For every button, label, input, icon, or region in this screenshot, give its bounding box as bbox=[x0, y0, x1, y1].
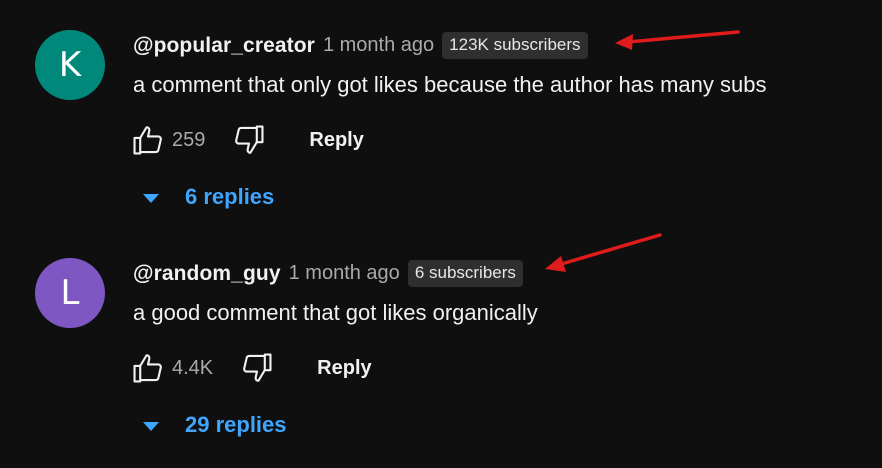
view-replies-button[interactable]: 29 replies bbox=[143, 412, 287, 438]
replies-count-label: 29 replies bbox=[185, 412, 287, 437]
comment-actions: 259 Reply bbox=[128, 120, 364, 160]
avatar[interactable]: K bbox=[35, 30, 105, 100]
author-handle[interactable]: @popular_creator bbox=[133, 34, 315, 58]
dislike-button[interactable] bbox=[229, 120, 269, 160]
avatar-letter: K bbox=[58, 45, 82, 85]
like-count: 259 bbox=[172, 128, 206, 151]
caret-down-icon bbox=[143, 193, 159, 203]
comment-header: @random_guy 1 month ago 6 subscribers bbox=[133, 260, 523, 287]
caret-down-icon bbox=[143, 421, 159, 431]
comments-section: K @popular_creator 1 month ago 123K subs… bbox=[0, 0, 882, 468]
subscriber-badge: 123K subscribers bbox=[442, 32, 588, 59]
view-replies-button[interactable]: 6 replies bbox=[143, 184, 274, 210]
author-handle[interactable]: @random_guy bbox=[133, 262, 281, 286]
comment-timestamp[interactable]: 1 month ago bbox=[323, 34, 434, 57]
reply-button[interactable]: Reply bbox=[309, 129, 363, 152]
like-button[interactable] bbox=[128, 120, 168, 160]
dislike-button[interactable] bbox=[237, 348, 277, 388]
thumbs-up-icon bbox=[133, 126, 162, 155]
annotation-arrow-2 bbox=[545, 233, 662, 272]
reply-button[interactable]: Reply bbox=[317, 357, 371, 380]
annotation-arrow-1 bbox=[615, 30, 740, 50]
like-button[interactable] bbox=[128, 348, 168, 388]
thumbs-down-icon bbox=[235, 125, 264, 154]
avatar-letter: L bbox=[60, 273, 80, 313]
thumbs-down-icon bbox=[243, 353, 272, 382]
comment-text: a good comment that got likes organicall… bbox=[133, 300, 538, 325]
avatar[interactable]: L bbox=[35, 258, 105, 328]
comment-actions: 4.4K Reply bbox=[128, 348, 372, 388]
comment-text: a comment that only got likes because th… bbox=[133, 72, 767, 97]
like-count: 4.4K bbox=[172, 356, 214, 379]
comment-timestamp[interactable]: 1 month ago bbox=[289, 262, 400, 285]
thumbs-up-icon bbox=[133, 354, 162, 383]
subscriber-badge: 6 subscribers bbox=[407, 260, 523, 287]
comment-header: @popular_creator 1 month ago 123K subscr… bbox=[133, 32, 588, 59]
replies-count-label: 6 replies bbox=[185, 184, 275, 209]
